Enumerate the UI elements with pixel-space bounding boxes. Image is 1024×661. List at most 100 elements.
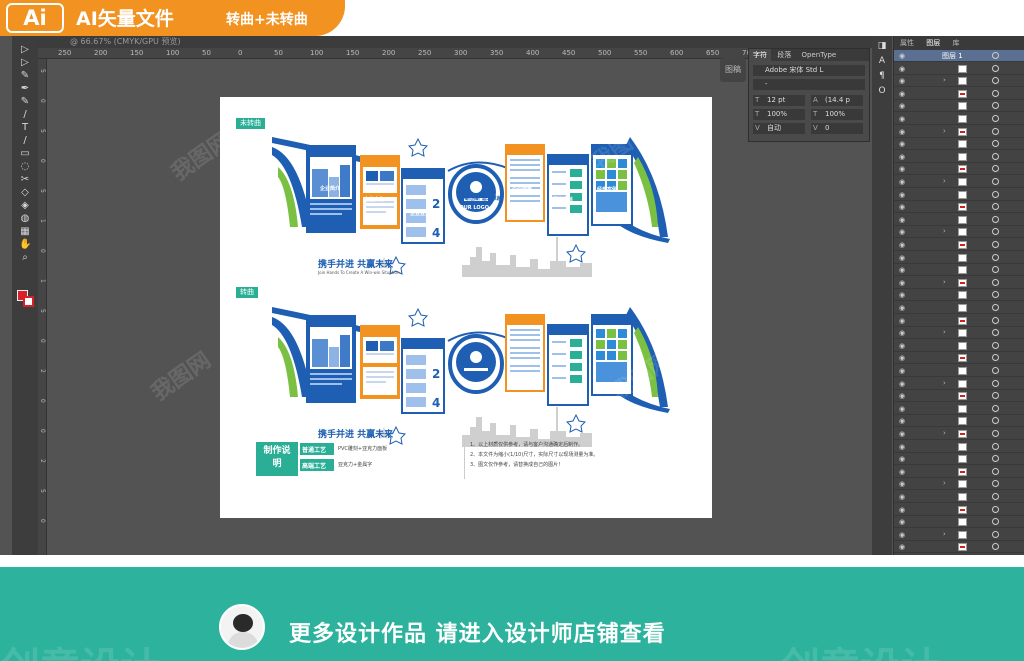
sublayer-row[interactable]: ◉ › xyxy=(894,126,1024,138)
target-circle-icon[interactable] xyxy=(992,178,999,185)
target-circle-icon[interactable] xyxy=(992,291,999,299)
target-circle-icon[interactable] xyxy=(992,404,999,412)
visibility-eye-icon[interactable]: ◉ xyxy=(898,65,906,73)
tool-icon[interactable]: ✎ xyxy=(19,70,31,82)
target-circle-icon[interactable] xyxy=(992,89,999,97)
tool-icon[interactable]: / xyxy=(19,109,31,121)
target-circle-icon[interactable] xyxy=(992,266,999,274)
visibility-eye-icon[interactable]: ◉ xyxy=(898,115,906,123)
font-family-select[interactable]: Adobe 宋体 Std L xyxy=(753,65,865,76)
tab-character[interactable]: 字符 xyxy=(749,49,771,61)
target-circle-icon[interactable] xyxy=(992,455,999,463)
target-circle-icon[interactable] xyxy=(992,493,999,500)
sublayer-row[interactable]: ◉ xyxy=(894,504,1024,516)
tool-icon[interactable]: ◍ xyxy=(19,213,31,225)
sublayer-row[interactable]: ◉ xyxy=(894,151,1024,163)
sublayer-row[interactable]: ◉ xyxy=(894,365,1024,377)
visibility-eye-icon[interactable]: ◉ xyxy=(898,140,906,148)
target-circle-icon[interactable] xyxy=(992,127,999,135)
expand-arrow-icon[interactable]: › xyxy=(943,278,946,286)
vertical-scale-field[interactable]: T 100% xyxy=(753,109,805,120)
visibility-eye-icon[interactable]: ◉ xyxy=(898,329,906,337)
designer-avatar[interactable] xyxy=(219,604,265,650)
tool-icon[interactable]: ✎ xyxy=(19,96,31,108)
target-circle-icon[interactable] xyxy=(992,530,999,538)
expand-arrow-icon[interactable]: › xyxy=(943,530,946,538)
target-circle-icon[interactable] xyxy=(992,316,999,324)
target-circle-icon[interactable] xyxy=(992,518,999,526)
sublayer-row[interactable]: ◉ xyxy=(894,88,1024,100)
sublayer-row[interactable]: ◉ xyxy=(894,315,1024,327)
visibility-eye-icon[interactable]: ◉ xyxy=(898,468,906,476)
target-circle-icon[interactable] xyxy=(992,64,999,72)
visibility-eye-icon[interactable]: ◉ xyxy=(898,342,906,350)
sublayer-row[interactable]: ◉ xyxy=(894,441,1024,453)
expand-arrow-icon[interactable]: › xyxy=(943,76,946,84)
sublayer-row[interactable]: ◉ › xyxy=(894,176,1024,188)
visibility-eye-icon[interactable]: ◉ xyxy=(898,216,906,224)
sublayer-row[interactable]: ◉ xyxy=(894,352,1024,365)
dock-panel-icon[interactable]: A xyxy=(876,55,888,67)
sublayer-row[interactable]: ◉ xyxy=(894,415,1024,428)
tool-icon[interactable]: ◇ xyxy=(19,187,31,199)
visibility-eye-icon[interactable]: ◉ xyxy=(898,178,906,186)
tool-icon[interactable]: ▭ xyxy=(19,148,31,160)
target-circle-icon[interactable] xyxy=(992,241,999,248)
visibility-eye-icon[interactable]: ◉ xyxy=(898,354,906,362)
target-circle-icon[interactable] xyxy=(992,341,999,349)
visibility-eye-icon[interactable]: ◉ xyxy=(898,518,906,526)
promo-text[interactable]: 更多设计作品 请进入设计师店铺查看 xyxy=(289,616,666,648)
dock-panel-icon[interactable]: ¶ xyxy=(876,70,888,82)
target-circle-icon[interactable] xyxy=(992,102,999,110)
expand-arrow-icon[interactable]: › xyxy=(943,479,946,487)
stroke-color-swatch[interactable] xyxy=(23,296,34,307)
visibility-eye-icon[interactable]: ◉ xyxy=(898,279,906,287)
target-circle-icon[interactable] xyxy=(992,354,999,362)
sublayer-row[interactable]: ◉ › xyxy=(894,529,1024,541)
tool-icon[interactable]: ▦ xyxy=(19,226,31,238)
sublayer-row[interactable]: ◉ xyxy=(894,453,1024,466)
target-circle-icon[interactable] xyxy=(992,543,999,551)
visibility-eye-icon[interactable]: ◉ xyxy=(898,367,906,375)
visibility-eye-icon[interactable]: ◉ xyxy=(898,531,906,539)
visibility-eye-icon[interactable]: ◉ xyxy=(898,241,906,249)
tab-paragraph[interactable]: 段落 xyxy=(773,51,795,59)
sublayer-row[interactable]: ◉ xyxy=(894,239,1024,251)
sublayer-row[interactable]: ◉ xyxy=(894,340,1024,352)
visibility-eye-icon[interactable]: ◉ xyxy=(898,380,906,388)
target-circle-icon[interactable] xyxy=(992,228,999,236)
expand-arrow-icon[interactable]: › xyxy=(943,328,946,336)
target-circle-icon[interactable] xyxy=(992,329,999,337)
tool-icon[interactable]: ◌ xyxy=(19,161,31,173)
sublayer-row[interactable]: ◉ xyxy=(894,516,1024,529)
target-circle-icon[interactable] xyxy=(992,152,999,160)
target-circle-icon[interactable] xyxy=(992,215,999,223)
sublayer-row[interactable]: ◉ xyxy=(894,289,1024,302)
target-circle-icon[interactable] xyxy=(992,505,999,513)
vertical-ruler[interactable]: 5050510150200250 xyxy=(38,59,47,555)
font-style-select[interactable]: - xyxy=(753,79,865,90)
visibility-eye-icon[interactable]: ◉ xyxy=(898,506,906,514)
artboard[interactable]: 未转曲 转曲 企业简介 企业文化 企业业务 企业荣誉 服务项目 经典案例 YOU… xyxy=(220,97,712,518)
kerning-field[interactable]: V 自动 xyxy=(753,123,805,134)
tab-properties[interactable]: 属性 xyxy=(900,39,914,47)
visibility-eye-icon[interactable]: ◉ xyxy=(898,317,906,325)
dock-panel-icon[interactable]: ◨ xyxy=(876,40,888,52)
target-circle-icon[interactable] xyxy=(992,140,999,148)
visibility-eye-icon[interactable]: ◉ xyxy=(898,165,906,173)
sublayer-row[interactable]: ◉ xyxy=(894,189,1024,201)
tool-icon[interactable]: T xyxy=(19,122,31,134)
expand-arrow-icon[interactable]: › xyxy=(943,127,946,135)
visibility-eye-icon[interactable]: ◉ xyxy=(898,304,906,312)
sublayer-row[interactable]: ◉ xyxy=(894,466,1024,478)
mini-dock-button[interactable]: 图稿 xyxy=(720,58,746,82)
visibility-eye-icon[interactable]: ◉ xyxy=(898,102,906,110)
visibility-eye-icon[interactable]: ◉ xyxy=(898,455,906,463)
visibility-eye-icon[interactable]: ◉ xyxy=(898,266,906,274)
visibility-eye-icon[interactable]: ◉ xyxy=(898,77,906,85)
sublayer-row[interactable]: ◉ xyxy=(894,163,1024,176)
visibility-eye-icon[interactable]: ◉ xyxy=(898,191,906,199)
target-circle-icon[interactable] xyxy=(992,392,999,400)
target-circle-icon[interactable] xyxy=(992,278,999,286)
visibility-eye-icon[interactable]: ◉ xyxy=(898,128,906,136)
